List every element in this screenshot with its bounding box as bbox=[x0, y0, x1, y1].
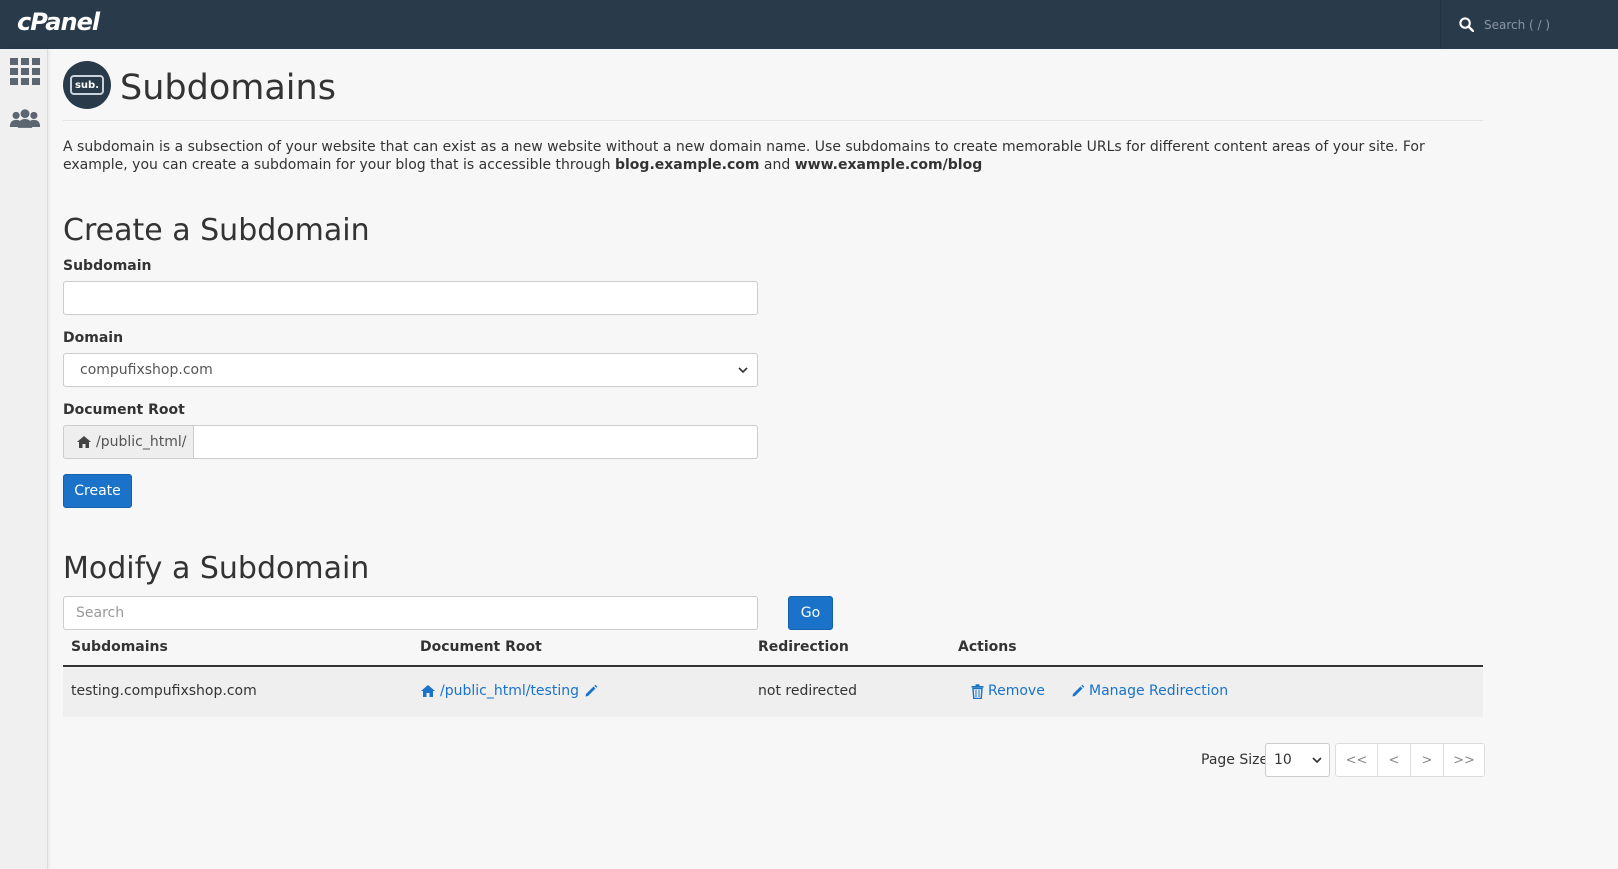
modify-search-input[interactable]: Search bbox=[63, 596, 758, 630]
users-icon[interactable] bbox=[9, 104, 41, 134]
create-heading: Create a Subdomain bbox=[63, 213, 370, 248]
subdomains-icon-label: sub. bbox=[70, 75, 104, 95]
document-root-label: Document Root bbox=[63, 402, 185, 418]
page-size-label: Page Size bbox=[1201, 752, 1269, 768]
top-bar: cPanel Search ( / ) bbox=[0, 0, 1618, 49]
page-title: Subdomains bbox=[120, 68, 336, 108]
document-root-prefix: /public_html/ bbox=[63, 425, 194, 459]
pencil-icon[interactable] bbox=[584, 684, 598, 698]
subdomain-input[interactable] bbox=[63, 281, 758, 315]
subdomains-app-icon: sub. bbox=[63, 61, 111, 109]
column-redirection[interactable]: Redirection bbox=[758, 639, 849, 655]
top-search-placeholder: Search ( / ) bbox=[1484, 17, 1551, 32]
top-search[interactable]: Search ( / ) bbox=[1440, 0, 1618, 49]
home-icon bbox=[77, 436, 91, 448]
prev-page-button[interactable]: < bbox=[1377, 744, 1410, 776]
first-page-button[interactable]: << bbox=[1336, 744, 1377, 776]
subdomain-label: Subdomain bbox=[63, 258, 152, 274]
domain-label: Domain bbox=[63, 330, 124, 346]
cpanel-logo[interactable]: cPanel bbox=[17, 8, 100, 36]
page-header: sub. Subdomains bbox=[63, 61, 1483, 121]
intro-text: A subdomain is a subsection of your webs… bbox=[63, 138, 1463, 174]
document-root-prefix-text: /public_html/ bbox=[96, 434, 187, 450]
modify-heading: Modify a Subdomain bbox=[63, 551, 370, 586]
chevron-down-icon bbox=[738, 367, 748, 374]
row-subdomain: testing.compufixshop.com bbox=[71, 683, 257, 699]
row-document-root-text: /public_html/testing bbox=[440, 683, 579, 699]
trash-icon bbox=[971, 683, 984, 699]
document-root-input[interactable] bbox=[194, 425, 758, 459]
go-button[interactable]: Go bbox=[788, 596, 833, 630]
remove-label: Remove bbox=[988, 683, 1045, 699]
column-subdomains[interactable]: Subdomains bbox=[71, 639, 168, 655]
chevron-down-icon bbox=[1312, 757, 1322, 764]
document-root-group: /public_html/ bbox=[63, 425, 758, 459]
table-header: Subdomains Document Root Redirection Act… bbox=[63, 633, 1483, 667]
intro-example-2: www.example.com/blog bbox=[794, 157, 983, 173]
domain-select[interactable]: compufixshop.com bbox=[63, 353, 758, 387]
intro-example-1: blog.example.com bbox=[614, 157, 760, 173]
last-page-button[interactable]: >> bbox=[1443, 744, 1484, 776]
remove-link[interactable]: Remove bbox=[971, 683, 1045, 699]
domain-select-value: compufixshop.com bbox=[80, 362, 213, 378]
manage-redirection-label: Manage Redirection bbox=[1089, 683, 1229, 699]
pencil-icon bbox=[1072, 684, 1085, 697]
table-row: testing.compufixshop.com /public_html/te… bbox=[63, 668, 1483, 717]
page-size-value: 10 bbox=[1274, 752, 1292, 768]
row-redirection: not redirected bbox=[758, 683, 857, 699]
manage-redirection-link[interactable]: Manage Redirection bbox=[1071, 683, 1228, 699]
column-actions: Actions bbox=[958, 639, 1017, 655]
pagination: Page Size 10 << < > >> bbox=[63, 743, 1485, 777]
next-page-button[interactable]: > bbox=[1410, 744, 1443, 776]
search-icon bbox=[1459, 17, 1474, 32]
pager-buttons: << < > >> bbox=[1335, 743, 1485, 777]
home-icon bbox=[421, 685, 435, 697]
grid-icon[interactable] bbox=[9, 57, 41, 87]
row-document-root-link[interactable]: /public_html/testing bbox=[420, 683, 602, 699]
intro-text-part-2: and bbox=[759, 157, 795, 173]
page-size-select[interactable]: 10 bbox=[1265, 743, 1330, 777]
create-button[interactable]: Create bbox=[63, 474, 132, 508]
column-document-root[interactable]: Document Root bbox=[420, 639, 542, 655]
sidebar bbox=[0, 49, 48, 869]
